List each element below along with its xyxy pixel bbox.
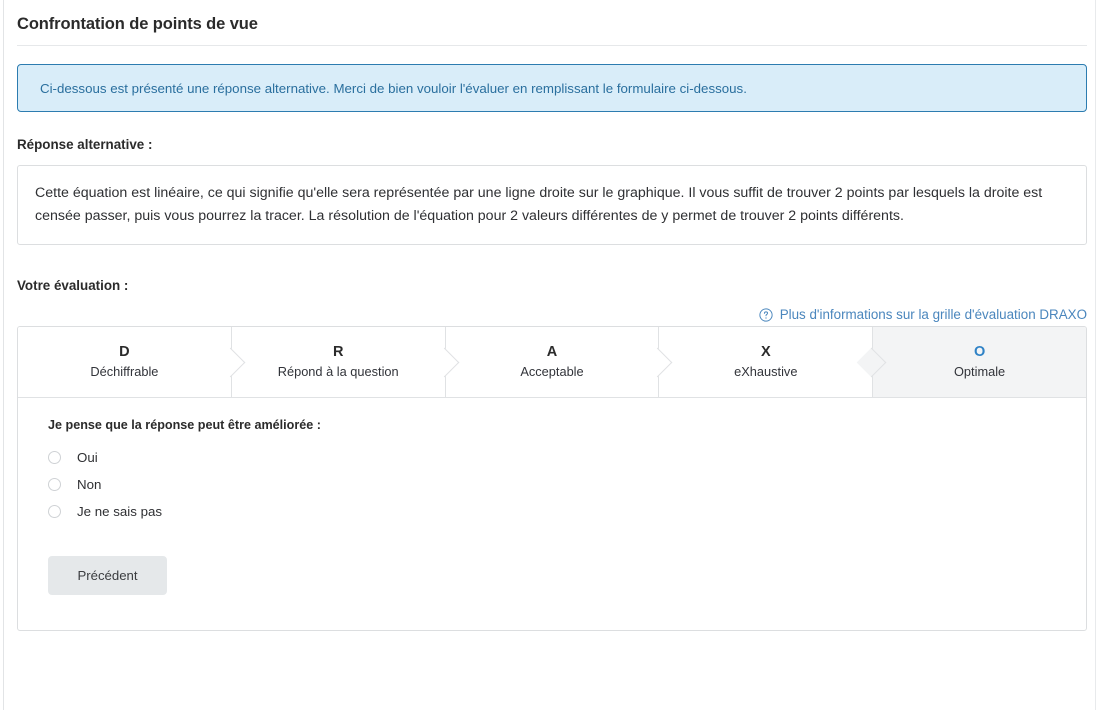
button-row: Précédent xyxy=(48,556,1086,595)
evaluation-label: Votre évaluation : xyxy=(17,278,129,293)
radio-label-je-ne-sais-pas: Je ne sais pas xyxy=(77,504,163,519)
step-x-name: eXhaustive xyxy=(734,364,798,379)
page-content: Confrontation de points de vue Ci-dessou… xyxy=(17,0,1087,631)
alternative-answer-box: Cette équation est linéaire, ce qui sign… xyxy=(17,165,1087,245)
radio-button-oui[interactable] xyxy=(48,451,61,464)
step-d-letter: D xyxy=(119,344,130,360)
info-alert-text: Ci-dessous est présenté une réponse alte… xyxy=(40,80,747,96)
step-x-letter: X xyxy=(760,344,771,360)
page-frame: Confrontation de points de vue Ci-dessou… xyxy=(3,0,1096,710)
step-o-name: Optimale xyxy=(953,364,1006,379)
radio-button-non[interactable] xyxy=(48,478,61,491)
step-o[interactable]: O Optimale xyxy=(873,327,1086,397)
step-a[interactable]: A Acceptable xyxy=(445,327,673,397)
evaluation-question-area: Je pense que la réponse peut être amélio… xyxy=(18,398,1086,630)
step-r[interactable]: R Répond à la question xyxy=(231,327,459,397)
evaluation-panel: D Déchiffrable R Répond à la question A … xyxy=(17,326,1087,631)
radio-label-non: Non xyxy=(77,477,102,492)
radio-button-je-ne-sais-pas[interactable] xyxy=(48,505,61,518)
step-o-letter: O xyxy=(973,344,986,360)
previous-button[interactable]: Précédent xyxy=(48,556,167,595)
step-r-letter: R xyxy=(332,344,344,360)
step-x[interactable]: X eXhaustive xyxy=(659,327,887,397)
page-title: Confrontation de points de vue xyxy=(17,0,1087,46)
step-a-name: Acceptable xyxy=(520,364,584,379)
radio-label-oui: Oui xyxy=(77,450,98,465)
info-alert: Ci-dessous est présenté une réponse alte… xyxy=(17,64,1087,112)
question-circle-icon xyxy=(759,307,773,322)
help-link-row: Plus d'informations sur la grille d'éval… xyxy=(17,307,1087,322)
step-d[interactable]: D Déchiffrable xyxy=(18,327,246,397)
alternative-answer-text: Cette équation est linéaire, ce qui sign… xyxy=(35,185,1043,224)
alternative-answer-label: Réponse alternative : xyxy=(17,137,153,152)
improvement-question-label: Je pense que la réponse peut être amélio… xyxy=(48,418,321,432)
step-a-letter: A xyxy=(546,344,558,360)
radio-option-je-ne-sais-pas[interactable]: Je ne sais pas xyxy=(48,498,1086,525)
draxo-steps: D Déchiffrable R Répond à la question A … xyxy=(18,327,1086,398)
draxo-help-link-label: Plus d'informations sur la grille d'éval… xyxy=(779,307,1087,322)
draxo-help-link[interactable]: Plus d'informations sur la grille d'éval… xyxy=(759,307,1087,322)
radio-option-oui[interactable]: Oui xyxy=(48,444,1086,471)
step-d-name: Déchiffrable xyxy=(90,364,159,379)
radio-option-non[interactable]: Non xyxy=(48,471,1086,498)
step-r-name: Répond à la question xyxy=(277,364,399,379)
